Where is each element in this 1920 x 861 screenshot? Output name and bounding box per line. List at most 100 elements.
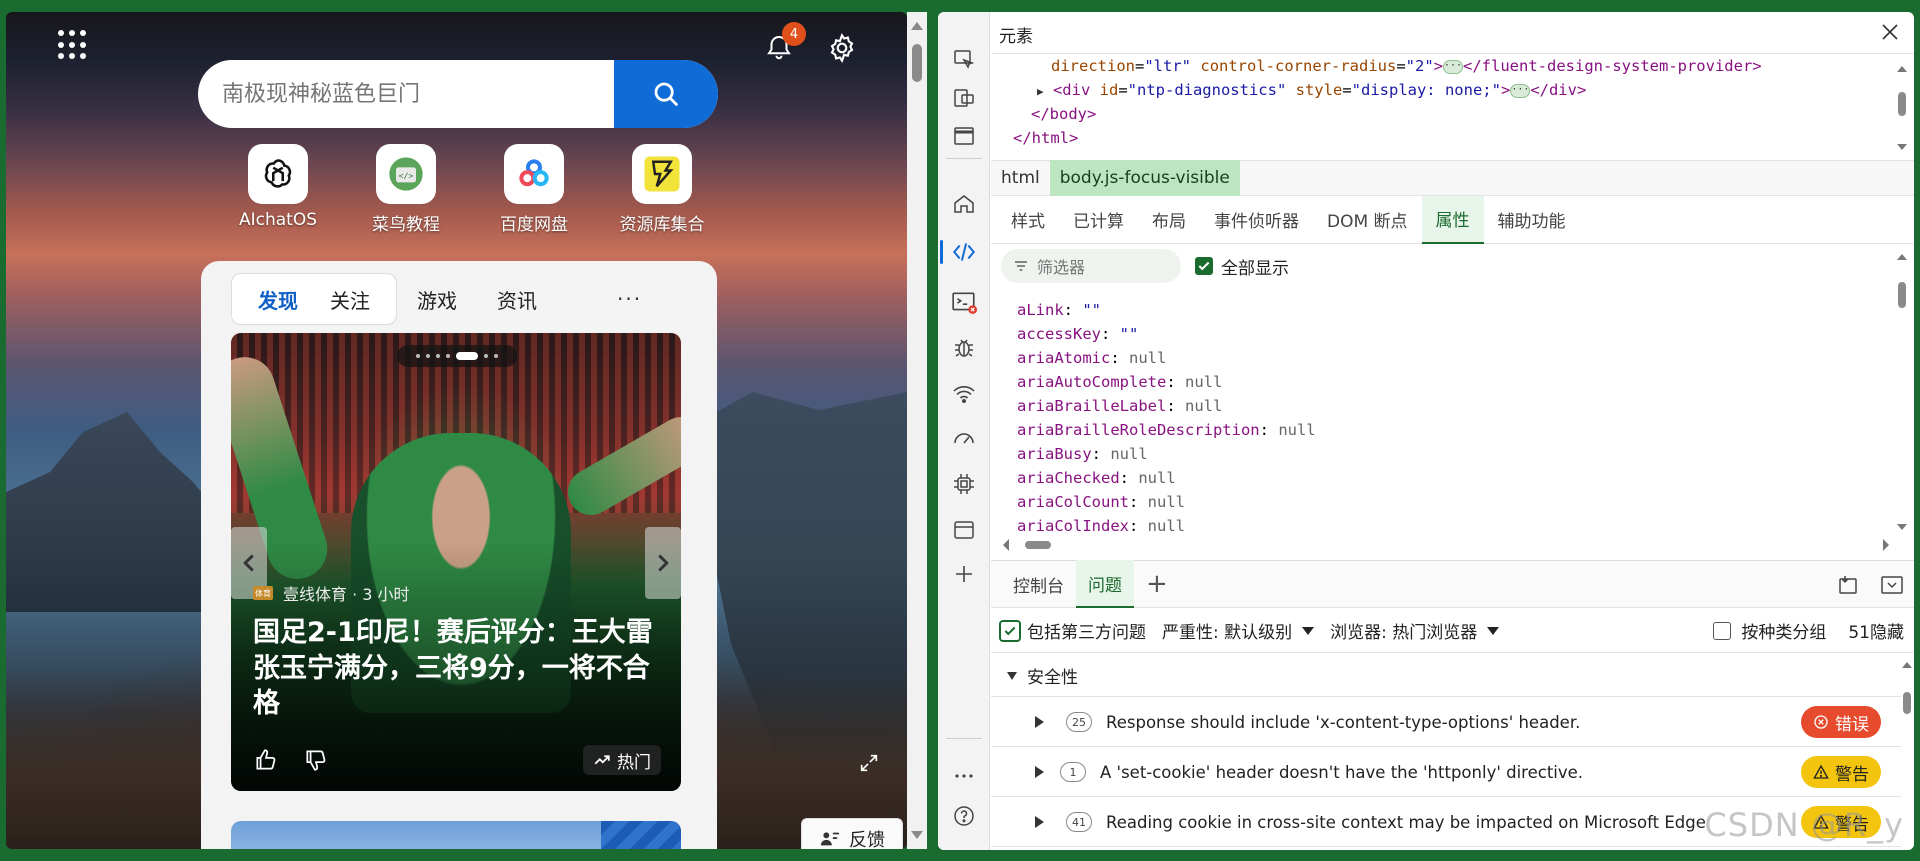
property-row[interactable]: ariaBrailleLabel: null	[1017, 394, 1899, 418]
severity-dropdown[interactable]: 严重性: 默认级别	[1162, 618, 1315, 643]
scroll-left-arrow[interactable]	[1001, 538, 1011, 552]
property-row[interactable]: ariaAtomic: null	[1017, 346, 1899, 370]
ellipsis-badge[interactable]: ···	[1443, 59, 1464, 74]
device-emulation-icon[interactable]	[950, 84, 978, 112]
breadcrumb-body[interactable]: body.js-focus-visible	[1049, 160, 1240, 196]
property-row[interactable]: ariaChecked: null	[1017, 466, 1899, 490]
add-tab-button[interactable]: +	[1134, 569, 1180, 599]
source-text: 壹线体育 · 3 小时	[283, 585, 410, 604]
issue-row[interactable]: 1 A 'set-cookie' header doesn't have the…	[991, 748, 1901, 797]
property-row[interactable]: ariaColIndex: null	[1017, 514, 1899, 534]
application-icon[interactable]	[950, 516, 978, 544]
filter-input[interactable]: 筛选器	[1001, 249, 1181, 283]
breadcrumb-html[interactable]: html	[991, 160, 1050, 196]
scroll-up-arrow[interactable]	[1900, 660, 1914, 670]
ellipsis-badge[interactable]: ···	[1510, 83, 1531, 98]
scroll-thumb[interactable]	[1898, 282, 1906, 308]
issue-category[interactable]: 安全性	[991, 655, 1901, 697]
carousel-indicator[interactable]	[397, 345, 517, 367]
thumbs-down-icon[interactable]	[303, 747, 329, 773]
tab-layout[interactable]: 布局	[1138, 196, 1200, 244]
apps-grid-icon[interactable]	[58, 30, 88, 60]
inspect-element-icon[interactable]	[950, 46, 978, 74]
more-button[interactable]: ···	[617, 287, 642, 311]
scroll-thumb[interactable]	[1898, 92, 1906, 116]
properties-horizontal-scrollbar[interactable]	[1001, 538, 1891, 552]
browser-dropdown[interactable]: 浏览器: 热门浏览器	[1330, 618, 1500, 643]
tab-console[interactable]: 控制台	[1001, 560, 1076, 608]
home-icon[interactable]	[950, 190, 978, 218]
tab-event-listeners[interactable]: 事件侦听器	[1200, 196, 1313, 244]
quick-link-runoob[interactable]: </> 菜鸟教程	[342, 144, 470, 235]
dom-node[interactable]: direction="ltr" control-corner-radius="2…	[1051, 54, 1762, 78]
property-row[interactable]: ariaColCount: null	[1017, 490, 1899, 514]
scroll-down-arrow[interactable]	[1896, 522, 1908, 532]
page-scrollbar[interactable]	[907, 12, 927, 849]
thumbs-up-icon[interactable]	[253, 747, 279, 773]
gear-icon[interactable]	[826, 32, 858, 64]
properties-scrollbar[interactable]	[1896, 252, 1908, 532]
next-article-card[interactable]	[231, 821, 681, 849]
quick-link-baidu-pan[interactable]: 百度网盘	[470, 144, 598, 235]
performance-icon[interactable]	[950, 424, 978, 452]
scroll-thumb[interactable]	[1903, 692, 1911, 714]
tab-styles[interactable]: 样式	[997, 196, 1059, 244]
quick-link-resources[interactable]: 资源库集合	[598, 144, 726, 235]
network-icon[interactable]	[950, 380, 978, 408]
tab-dom-breakpoints[interactable]: DOM 断点	[1313, 196, 1422, 244]
dom-node[interactable]: ▶ <div id="ntp-diagnostics" style="displ…	[1037, 78, 1586, 104]
help-icon[interactable]	[950, 802, 978, 830]
tab-discover[interactable]: 发现	[242, 285, 314, 314]
property-row[interactable]: ariaBusy: null	[1017, 442, 1899, 466]
dom-node[interactable]: </html>	[1013, 126, 1078, 150]
scroll-up-arrow[interactable]	[911, 22, 923, 30]
console-tool-icon[interactable]	[950, 288, 978, 316]
tab-news[interactable]: 资讯	[477, 285, 557, 314]
tab-follow[interactable]: 关注	[314, 285, 386, 314]
issue-row[interactable]: 25 Response should include 'x-content-ty…	[991, 698, 1901, 747]
close-icon[interactable]	[1878, 20, 1902, 44]
dock-icon[interactable]	[1836, 573, 1860, 597]
more-tools-icon[interactable]	[950, 762, 978, 790]
third-party-checkbox[interactable]	[999, 619, 1021, 642]
quick-links: AIchatOS </> 菜鸟教程 百度网盘 资源库集合	[214, 144, 726, 235]
dom-tree-scrollbar[interactable]	[1896, 64, 1908, 152]
scroll-down-arrow[interactable]	[1896, 142, 1908, 152]
group-by-kind-checkbox[interactable]	[1713, 621, 1732, 640]
hidden-count: 51隐藏	[1848, 623, 1904, 643]
attr-name: style	[1295, 81, 1343, 99]
scroll-up-arrow[interactable]	[1896, 252, 1908, 262]
trending-badge[interactable]: 热门	[583, 745, 661, 775]
carousel-next-button[interactable]	[645, 527, 681, 599]
scroll-down-arrow[interactable]	[911, 831, 923, 839]
scroll-thumb[interactable]	[912, 44, 922, 82]
scroll-thumb[interactable]	[1025, 541, 1051, 549]
article-title[interactable]: 国足2-1印尼！赛后评分：王大雷张玉宁满分，三将9分，一将不合格	[253, 615, 663, 722]
hero-card[interactable]: 体育 壹线体育 · 3 小时 国足2-1印尼！赛后评分：王大雷张玉宁满分，三将9…	[231, 333, 681, 791]
dom-node[interactable]: </body>	[1031, 102, 1096, 126]
property-row[interactable]: ariaBrailleRoleDescription: null	[1017, 418, 1899, 442]
elements-tool-icon[interactable]	[940, 238, 978, 266]
show-all-checkbox[interactable]	[1195, 257, 1213, 275]
collapse-drawer-icon[interactable]	[1880, 573, 1904, 597]
memory-icon[interactable]	[950, 470, 978, 498]
tab-computed[interactable]: 已计算	[1059, 196, 1138, 244]
add-tool-icon[interactable]	[950, 560, 978, 588]
scroll-up-arrow[interactable]	[1896, 64, 1908, 74]
tab-accessibility[interactable]: 辅助功能	[1484, 196, 1580, 244]
quick-link-aichatos[interactable]: AIchatOS	[214, 144, 342, 235]
search-input[interactable]	[198, 60, 614, 128]
tab-properties[interactable]: 属性	[1421, 195, 1484, 244]
tab-games[interactable]: 游戏	[397, 285, 477, 314]
property-row[interactable]: ariaAutoComplete: null	[1017, 370, 1899, 394]
third-party-toggle[interactable]: 包括第三方问题	[999, 618, 1146, 643]
property-row[interactable]: aLink: ""	[1017, 298, 1899, 322]
bug-icon[interactable]	[950, 334, 978, 362]
tab-issues[interactable]: 问题	[1076, 560, 1134, 608]
search-button[interactable]	[614, 60, 718, 128]
window-icon[interactable]	[950, 122, 978, 150]
scroll-right-arrow[interactable]	[1881, 538, 1891, 552]
expand-icon[interactable]	[858, 752, 880, 774]
property-row[interactable]: accessKey: ""	[1017, 322, 1899, 346]
feedback-button[interactable]: 反馈	[801, 818, 903, 849]
